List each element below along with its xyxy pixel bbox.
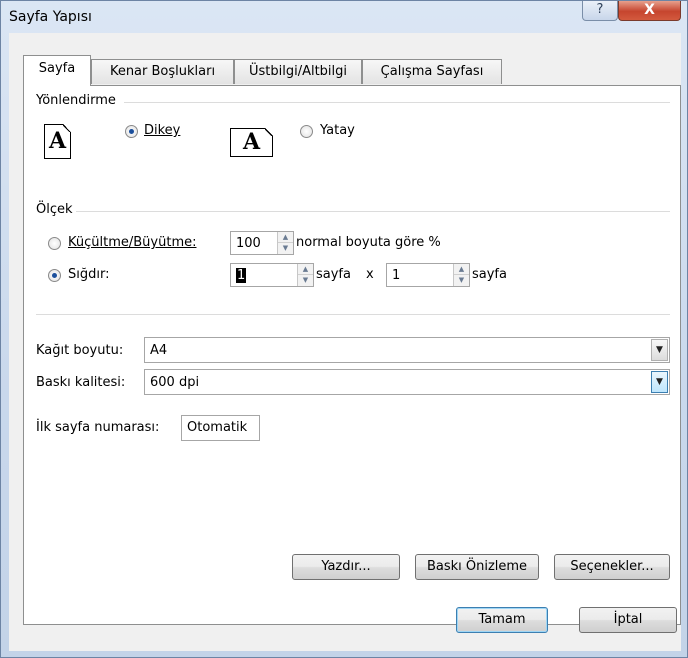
chevron-down-icon[interactable]: ▼ (651, 339, 668, 361)
tab-sayfa[interactable]: Sayfa (23, 55, 91, 86)
spin-down-icon[interactable]: ▼ (454, 275, 469, 286)
paper-size-value: A4 (150, 343, 168, 358)
scale-group-divider (76, 211, 670, 212)
fit-to-label[interactable]: Sığdır: (68, 267, 109, 282)
scale-group-label: Ölçek (36, 202, 73, 217)
title-bar[interactable]: Sayfa Yapısı ? X (1, 1, 687, 33)
page-setup-dialog: Sayfa Yapısı ? X Sayfa Kenar Boşlukları … (0, 0, 688, 658)
tab-ustbilgi-altbilgi[interactable]: Üstbilgi/Altbilgi (234, 59, 362, 84)
ok-button[interactable]: Tamam (456, 607, 548, 633)
page-fold-icon (265, 128, 273, 136)
fit-pages-wide-stepper[interactable]: 1 ▲ ▼ (230, 263, 314, 287)
portrait-label-text: Dikey (144, 123, 181, 138)
section-divider (36, 314, 670, 315)
fit-pages-tall-suffix: sayfa (472, 267, 507, 282)
fit-to-radio[interactable] (48, 269, 61, 282)
landscape-page-icon: A (230, 128, 273, 157)
print-button[interactable]: Yazdır... (292, 554, 400, 580)
chevron-down-icon[interactable]: ▼ (651, 371, 668, 393)
first-page-number-input[interactable]: Otomatik (181, 415, 260, 441)
paper-size-label: Kağıt boyutu: (36, 343, 124, 358)
tab-panel-sayfa: Yönlendirme A Dikey A Yatay Ölçek Küçült… (23, 85, 681, 625)
spin-down-icon[interactable]: ▼ (278, 243, 293, 254)
fit-pages-tall-value: 1 (392, 268, 401, 283)
print-quality-value: 600 dpi (150, 375, 200, 390)
adjust-to-radio[interactable] (48, 237, 61, 250)
close-button[interactable]: X (618, 1, 681, 21)
fit-pages-tall-stepper[interactable]: 1 ▲ ▼ (386, 263, 470, 287)
page-fold-icon (63, 124, 71, 132)
spin-down-icon[interactable]: ▼ (298, 275, 313, 286)
spin-up-icon[interactable]: ▲ (454, 264, 469, 275)
adjust-to-label[interactable]: Küçültme/Büyütme: (68, 235, 196, 250)
landscape-radio[interactable] (300, 125, 313, 138)
cancel-button[interactable]: İptal (579, 607, 677, 633)
window-title: Sayfa Yapısı (9, 9, 92, 25)
portrait-label[interactable]: Dikey (144, 123, 180, 138)
fit-pages-tall-spinner[interactable]: ▲ ▼ (453, 264, 469, 286)
fit-pages-wide-suffix: sayfa (316, 267, 351, 282)
orientation-group-divider (124, 102, 670, 103)
adjust-percent-suffix: normal boyuta göre % (296, 235, 441, 250)
help-button[interactable]: ? (582, 1, 618, 21)
fit-pages-wide-value: 1 (236, 268, 247, 283)
spin-up-icon[interactable]: ▲ (278, 232, 293, 243)
fit-pages-wide-spinner[interactable]: ▲ ▼ (297, 264, 313, 286)
print-quality-label: Baskı kalitesi: (36, 375, 126, 390)
adjust-percent-stepper[interactable]: 100 ▲ ▼ (230, 231, 294, 255)
paper-size-select[interactable]: A4 ▼ (144, 337, 670, 363)
adjust-percent-spinner[interactable]: ▲ ▼ (277, 232, 293, 254)
adjust-to-label-text: Küçültme/Büyütme: (68, 235, 197, 250)
landscape-icon-letter: A (242, 129, 261, 155)
dialog-body: Sayfa Kenar Boşlukları Üstbilgi/Altbilgi… (9, 33, 681, 651)
spin-up-icon[interactable]: ▲ (298, 264, 313, 275)
adjust-percent-value: 100 (236, 236, 261, 251)
print-quality-select[interactable]: 600 dpi ▼ (144, 369, 670, 395)
landscape-label[interactable]: Yatay (320, 123, 355, 138)
orientation-group-label: Yönlendirme (36, 93, 116, 108)
print-preview-button[interactable]: Baskı Önizleme (415, 554, 539, 580)
portrait-page-icon: A (44, 124, 71, 159)
options-button[interactable]: Seçenekler... (554, 554, 670, 580)
fit-times-label: x (366, 267, 374, 282)
tab-calisma-sayfasi[interactable]: Çalışma Sayfası (362, 59, 502, 84)
tab-kenar-bosluklari[interactable]: Kenar Boşlukları (91, 59, 234, 84)
first-page-number-label: İlk sayfa numarası: (36, 420, 160, 435)
portrait-radio[interactable] (125, 125, 138, 138)
